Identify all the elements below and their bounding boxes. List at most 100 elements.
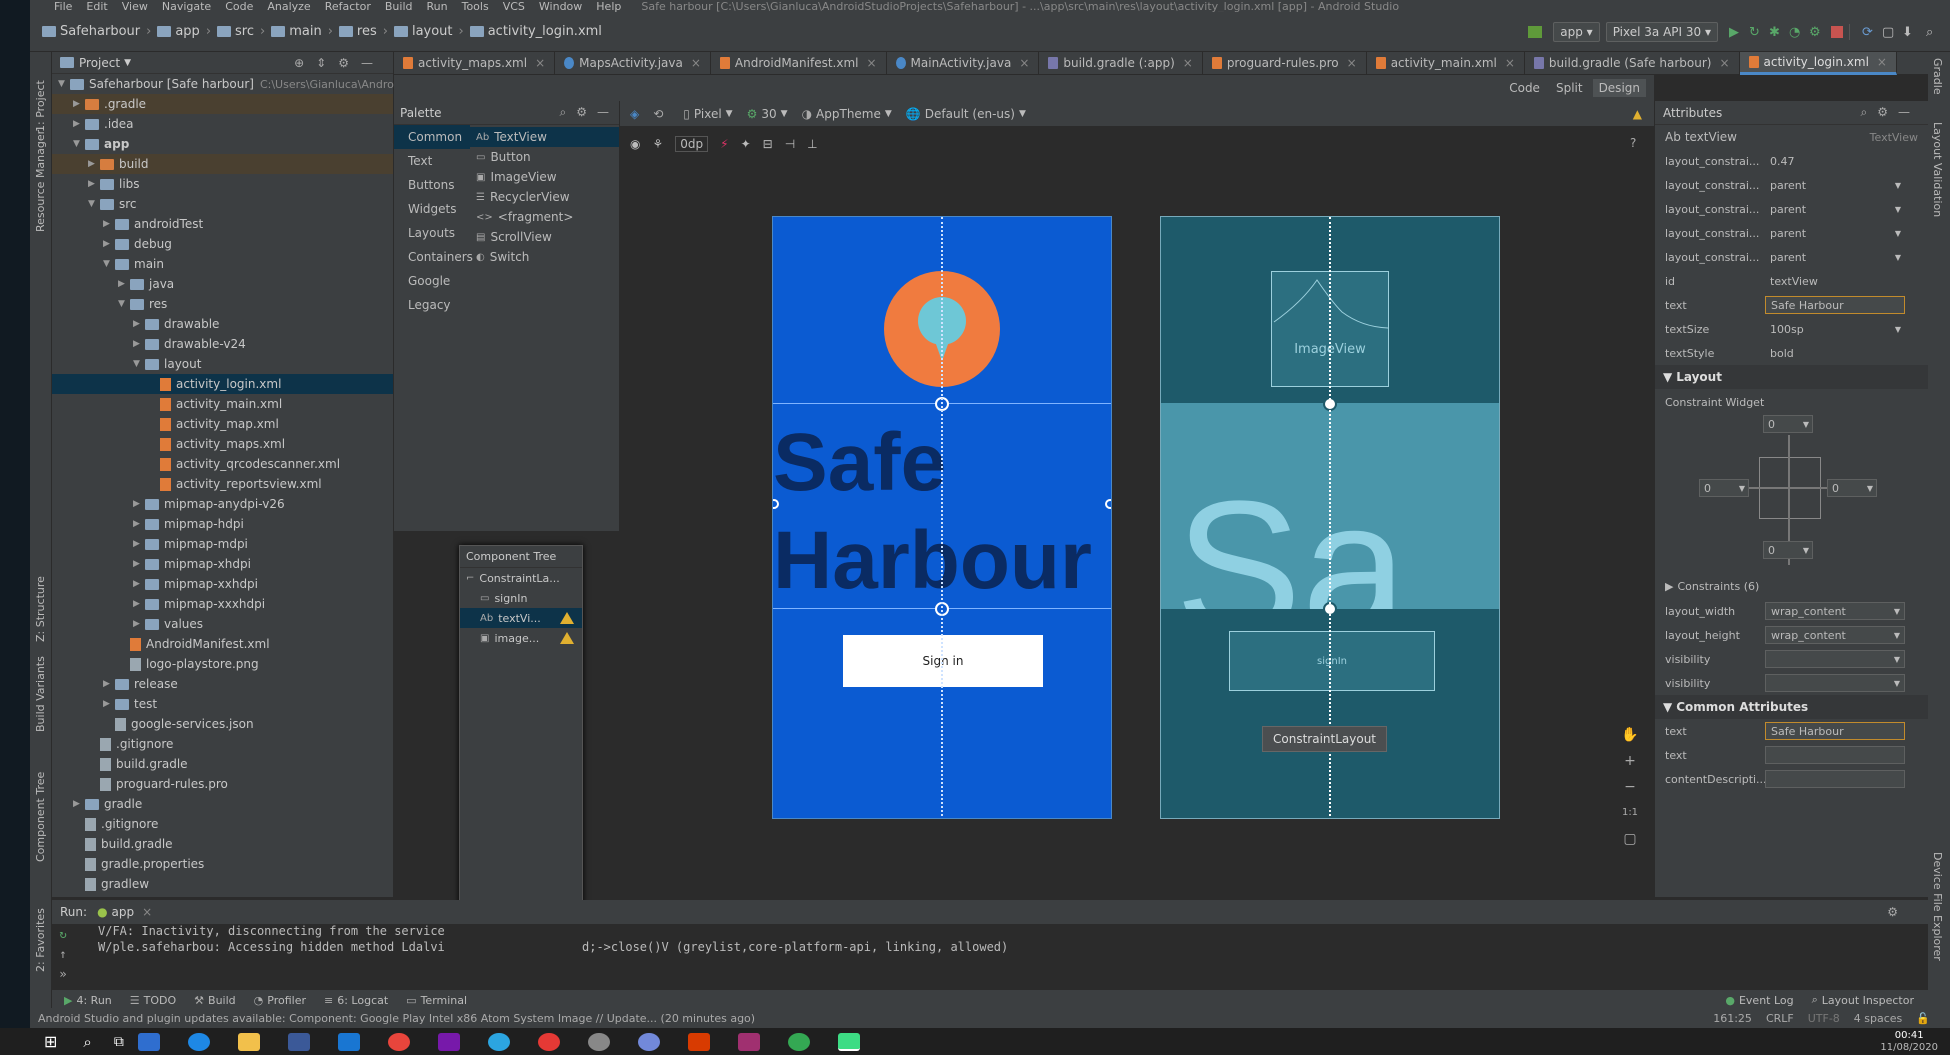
locale-select[interactable]: Default (en-us): [925, 107, 1015, 121]
close-icon[interactable]: ×: [142, 905, 152, 919]
hammer-icon[interactable]: [1528, 25, 1543, 38]
chevron-right-icon[interactable]: ▶: [133, 499, 145, 509]
store-icon[interactable]: [137, 1032, 160, 1051]
chevron-right-icon[interactable]: ▶: [103, 219, 115, 229]
chevron-down-icon[interactable]: ▼: [1894, 655, 1900, 664]
app-icon[interactable]: [537, 1032, 560, 1051]
tree-item[interactable]: ▼ main: [52, 254, 393, 274]
align-icon[interactable]: ⊟: [763, 137, 773, 151]
view-mode-design[interactable]: Design: [1592, 79, 1646, 97]
attribute-value-field[interactable]: parent ▼: [1765, 248, 1905, 266]
tree-item[interactable]: ▼ app: [52, 134, 393, 154]
palette-category[interactable]: Widgets: [394, 197, 470, 221]
tree-item[interactable]: ▶ mipmap-xxxhdpi: [52, 594, 393, 614]
breadcrumb-item[interactable]: res ›: [338, 24, 388, 39]
autoconnect-icon[interactable]: ⚘: [652, 137, 663, 151]
chevron-right-icon[interactable]: ▶: [133, 539, 145, 549]
attribute-value-field[interactable]: Safe Harbour: [1765, 722, 1905, 740]
chevron-right-icon[interactable]: ▶: [88, 179, 100, 189]
margin-left-field[interactable]: 0 ▼: [1699, 479, 1749, 497]
chevron-down-icon[interactable]: ▼: [1895, 181, 1901, 190]
close-icon[interactable]: ×: [1719, 56, 1729, 70]
panel-tools-icons[interactable]: ⊕⇕⚙—: [294, 56, 385, 70]
editor-tab[interactable]: build.gradle (Safe harbour) ×: [1525, 51, 1740, 75]
chevron-down-icon[interactable]: ▼: [124, 58, 131, 68]
common-attributes-section[interactable]: ▼ Common Attributes: [1655, 695, 1928, 719]
chevron-down-icon[interactable]: ▼: [73, 139, 85, 149]
tree-item[interactable]: .gitignore: [52, 734, 393, 754]
component-tree-tab[interactable]: Component Tree: [34, 772, 47, 862]
api-level[interactable]: 30: [761, 107, 776, 121]
palette-category[interactable]: Google: [394, 269, 470, 293]
office-icon[interactable]: [687, 1032, 710, 1051]
device-in-editor[interactable]: Pixel: [694, 107, 722, 121]
search-icon[interactable]: ⌕: [83, 1033, 91, 1051]
chevron-right-icon[interactable]: ▶: [103, 699, 115, 709]
tree-item[interactable]: ▶ drawable-v24: [52, 334, 393, 354]
project-tool-tab[interactable]: 1: Project: [34, 80, 47, 132]
profile-icon[interactable]: ◔: [1789, 25, 1803, 40]
cursor-position[interactable]: 161:25: [1713, 1012, 1752, 1025]
debug-icon[interactable]: ✱: [1769, 25, 1783, 40]
infer-constraints-icon[interactable]: ✦: [741, 137, 751, 151]
indent-setting[interactable]: 4 spaces: [1854, 1012, 1903, 1025]
sdk-manager-icon[interactable]: ⬇: [1902, 25, 1916, 40]
tree-item[interactable]: build.gradle: [52, 834, 393, 854]
chevron-down-icon[interactable]: ▼: [1895, 205, 1901, 214]
layout-inspector-tab[interactable]: Layout Inspector: [1822, 994, 1914, 1007]
tree-item[interactable]: activity_qrcodescanner.xml: [52, 454, 393, 474]
settings-icon[interactable]: ⚙: [1887, 905, 1898, 919]
palette-category[interactable]: Containers: [394, 245, 473, 269]
menu-item-refactor[interactable]: Refactor: [325, 0, 371, 13]
component-tree-item[interactable]: ▭ signIn: [460, 588, 582, 608]
tree-item[interactable]: AndroidManifest.xml: [52, 634, 393, 654]
zoom-in-icon[interactable]: +: [1618, 748, 1642, 774]
bottom-tab[interactable]: ▭ Terminal: [406, 994, 467, 1007]
event-log-tab[interactable]: Event Log: [1739, 994, 1794, 1007]
tree-item[interactable]: ▶ libs: [52, 174, 393, 194]
gradle-tab[interactable]: Gradle: [1931, 58, 1944, 95]
attribute-value-field[interactable]: Safe Harbour: [1765, 296, 1905, 314]
menu-item-run[interactable]: Run: [427, 0, 448, 13]
chevron-down-icon[interactable]: ▼: [1895, 253, 1901, 262]
winrar-icon[interactable]: [737, 1032, 760, 1051]
rerun-icon[interactable]: ↻: [1749, 25, 1763, 40]
close-icon[interactable]: ×: [866, 56, 876, 70]
constraint-handle[interactable]: [1105, 499, 1111, 509]
palette-category[interactable]: Common: [394, 125, 470, 149]
chevron-down-icon[interactable]: ▼: [1895, 325, 1901, 334]
editor-tab[interactable]: proguard-rules.pro ×: [1203, 51, 1367, 75]
chevron-down-icon[interactable]: ▼: [88, 199, 100, 209]
maps-icon[interactable]: [787, 1032, 810, 1051]
component-tree-item[interactable]: ▣ image...: [460, 628, 582, 648]
chevron-right-icon[interactable]: ▶: [133, 619, 145, 629]
margin-right-field[interactable]: 0 ▼: [1827, 479, 1877, 497]
menu-item-window[interactable]: Window: [539, 0, 582, 13]
tree-item[interactable]: activity_login.xml: [52, 374, 393, 394]
menu-item-edit[interactable]: Edit: [86, 0, 107, 13]
orientation-icon[interactable]: ⟲: [653, 107, 663, 121]
breadcrumb-item[interactable]: layout ›: [393, 24, 464, 39]
run-config-tab[interactable]: app: [112, 905, 135, 919]
tree-item[interactable]: activity_main.xml: [52, 394, 393, 414]
layout-section[interactable]: ▼ Layout: [1655, 365, 1928, 389]
attribute-value-field[interactable]: wrap_content ▼: [1765, 602, 1905, 620]
palette-item[interactable]: ▭ Button: [470, 147, 619, 167]
bottom-tab[interactable]: ◔ Profiler: [254, 994, 306, 1007]
chevron-right-icon[interactable]: ▶: [133, 579, 145, 589]
windows-start-icon[interactable]: ⊞: [44, 1032, 57, 1051]
design-surface-icon[interactable]: ◈: [630, 107, 639, 121]
palette-item[interactable]: ▣ ImageView: [470, 167, 619, 187]
warning-icon[interactable]: [560, 612, 574, 624]
tree-item[interactable]: ▶ mipmap-anydpi-v26: [52, 494, 393, 514]
chevron-down-icon[interactable]: ▼: [1895, 229, 1901, 238]
task-view-icon[interactable]: ⧉: [114, 1034, 124, 1050]
attribute-value-field[interactable]: ▼: [1765, 650, 1905, 668]
lock-icon[interactable]: 🔓: [1916, 1012, 1930, 1025]
palette-category[interactable]: Text: [394, 149, 470, 173]
chevron-right-icon[interactable]: ▶: [73, 799, 85, 809]
breadcrumb-item[interactable]: main ›: [271, 24, 333, 39]
tree-item[interactable]: ▶ java: [52, 274, 393, 294]
editor-tab[interactable]: activity_maps.xml ×: [394, 51, 556, 75]
layout-validation-tab[interactable]: Layout Validation: [1931, 122, 1944, 217]
